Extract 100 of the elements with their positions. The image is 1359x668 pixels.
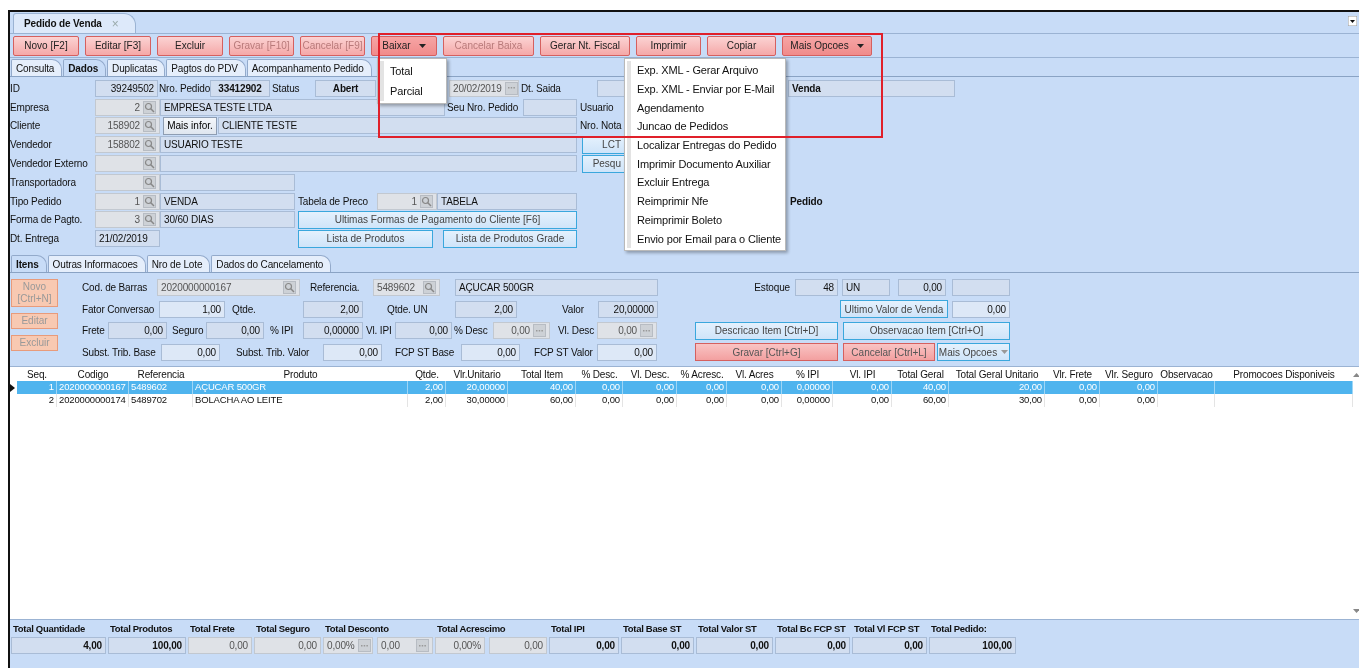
text-field[interactable]: USUARIO TESTE: [160, 136, 577, 154]
column-header[interactable]: % IPI: [782, 368, 833, 380]
column-header[interactable]: Total Item: [508, 368, 576, 380]
column-header[interactable]: % Desc.: [576, 368, 623, 380]
column-header[interactable]: Vl. Acres: [727, 368, 782, 380]
toolbar-button[interactable]: Mais Opcoes: [782, 35, 872, 56]
picker-field[interactable]: 0,00: [493, 322, 550, 340]
number-field[interactable]: 0,00000: [303, 322, 363, 340]
search-icon[interactable]: [144, 195, 155, 207]
action-button[interactable]: Pesqu: [582, 154, 625, 173]
text-field[interactable]: [160, 173, 295, 191]
tab[interactable]: Duplicatas: [107, 59, 166, 76]
picker-field[interactable]: 0,00: [597, 322, 657, 340]
column-header[interactable]: Qtde.: [408, 368, 446, 380]
tab[interactable]: Pagtos do PDV: [166, 59, 246, 76]
action-button[interactable]: Ultimas Formas de Pagamento do Cliente [F6]: [298, 210, 577, 229]
number-field[interactable]: 0,00: [461, 343, 520, 361]
number-field[interactable]: 2,00: [455, 300, 517, 318]
tab[interactable]: Nro de Lote: [146, 255, 211, 273]
number-field[interactable]: 0,00: [952, 300, 1010, 318]
menu-item[interactable]: Exp. XML - Gerar Arquivo: [633, 61, 785, 80]
toolbar-button[interactable]: Baixar: [371, 35, 437, 56]
menu-item[interactable]: Reimprimir Boleto: [633, 210, 785, 230]
column-header[interactable]: Seq.: [17, 368, 57, 380]
action-button[interactable]: Gravar [Ctrl+G]: [695, 343, 838, 362]
search-icon[interactable]: [144, 158, 155, 170]
menu-item[interactable]: Envio por Email para o Cliente: [633, 229, 785, 248]
tab[interactable]: Itens: [11, 255, 47, 273]
text-field[interactable]: VENDA: [160, 192, 295, 210]
text-field[interactable]: UN: [842, 279, 890, 297]
number-field[interactable]: 0,00: [395, 322, 452, 340]
text-field[interactable]: CLIENTE TESTE: [218, 117, 577, 135]
number-field[interactable]: 39249502: [95, 79, 158, 97]
number-field[interactable]: 1,00: [159, 300, 225, 318]
lookup-field[interactable]: 1: [377, 192, 437, 210]
ellipsis-icon[interactable]: [360, 644, 368, 647]
dropdown-icon[interactable]: [1348, 16, 1357, 26]
picker-field[interactable]: 20/02/2019: [449, 79, 519, 97]
column-header[interactable]: Vlr. Frete: [1045, 368, 1100, 380]
lookup-field[interactable]: 5489602: [373, 279, 440, 297]
search-icon[interactable]: [144, 120, 155, 132]
number-field[interactable]: 20,00000: [598, 300, 658, 318]
menu-item[interactable]: Agendamento: [633, 98, 785, 118]
tab[interactable]: Dados do Cancelamento: [211, 255, 332, 273]
lookup-field[interactable]: 1: [95, 192, 160, 210]
more-options-button[interactable]: Mais Opcoes: [937, 343, 1010, 362]
menu-item[interactable]: Localizar Entregas do Pedido: [633, 135, 785, 155]
column-header[interactable]: Promocoes Disponiveis: [1215, 368, 1353, 380]
scroll-up-icon[interactable]: [1353, 373, 1359, 378]
column-header[interactable]: Codigo: [57, 368, 129, 380]
column-header[interactable]: Vl. Desc.: [623, 368, 677, 380]
menu-item[interactable]: Parcial: [386, 81, 446, 101]
toolbar-button[interactable]: Editar [F3]: [85, 35, 151, 56]
search-icon[interactable]: [424, 282, 435, 294]
action-button[interactable]: Observacao Item [Ctrl+O]: [843, 321, 1010, 340]
search-icon[interactable]: [144, 214, 155, 226]
column-header[interactable]: Vlr.Unitario: [446, 368, 508, 380]
text-field[interactable]: AÇUCAR 500GR: [455, 279, 658, 297]
text-field[interactable]: EMPRESA TESTE LTDA: [160, 98, 445, 116]
search-icon[interactable]: [144, 176, 155, 188]
lookup-field[interactable]: 3: [95, 211, 160, 229]
column-header[interactable]: % Acresc.: [677, 368, 727, 380]
toolbar-button[interactable]: Copiar: [707, 35, 776, 56]
search-icon[interactable]: [284, 282, 295, 294]
lookup-field[interactable]: [95, 155, 160, 173]
search-icon[interactable]: [144, 101, 155, 113]
column-header[interactable]: Vl. IPI: [833, 368, 892, 380]
text-field[interactable]: [523, 98, 577, 116]
ellipsis-icon[interactable]: [419, 644, 426, 647]
text-field[interactable]: [160, 155, 577, 173]
number-field[interactable]: 0,00: [161, 343, 220, 361]
tab[interactable]: Outras Informacoes: [47, 255, 146, 273]
column-header[interactable]: Total Geral Unitario: [949, 368, 1045, 380]
text-field[interactable]: TABELA: [437, 192, 577, 210]
lookup-field[interactable]: 158902: [95, 117, 160, 135]
menu-item[interactable]: Reimprimir Nfe: [633, 191, 785, 211]
ellipsis-icon[interactable]: [643, 329, 650, 332]
menu-item[interactable]: Total: [386, 61, 446, 81]
lookup-field[interactable]: 2: [95, 98, 160, 116]
number-field[interactable]: [952, 279, 1010, 297]
toolbar-button[interactable]: Gerar Nt. Fiscal: [540, 35, 630, 56]
search-icon[interactable]: [144, 139, 155, 151]
lookup-field[interactable]: [95, 173, 160, 191]
column-header[interactable]: Referencia: [129, 368, 193, 380]
ellipsis-icon[interactable]: [536, 329, 543, 332]
ellipsis-icon[interactable]: [507, 87, 515, 90]
more-info-button[interactable]: Mais infor.: [163, 117, 217, 135]
text-field[interactable]: [597, 79, 625, 97]
scroll-down-icon[interactable]: [1353, 609, 1359, 614]
text-field[interactable]: 21/02/2019: [95, 230, 160, 248]
action-button[interactable]: Descricao Item [Ctrl+D]: [695, 321, 838, 340]
text-field[interactable]: 30/60 DIAS: [160, 211, 295, 229]
toolbar-button[interactable]: Novo [F2]: [13, 35, 79, 56]
toolbar-button[interactable]: Excluir: [157, 35, 223, 56]
number-field[interactable]: 0,00: [108, 322, 167, 340]
lookup-field[interactable]: 2020000000167: [157, 279, 300, 297]
action-button[interactable]: Lista de Produtos: [298, 229, 433, 248]
menu-item[interactable]: Imprimir Documento Auxiliar: [633, 154, 785, 174]
action-button[interactable]: Ultimo Valor de Venda: [840, 300, 948, 319]
tab[interactable]: Dados: [63, 59, 107, 76]
